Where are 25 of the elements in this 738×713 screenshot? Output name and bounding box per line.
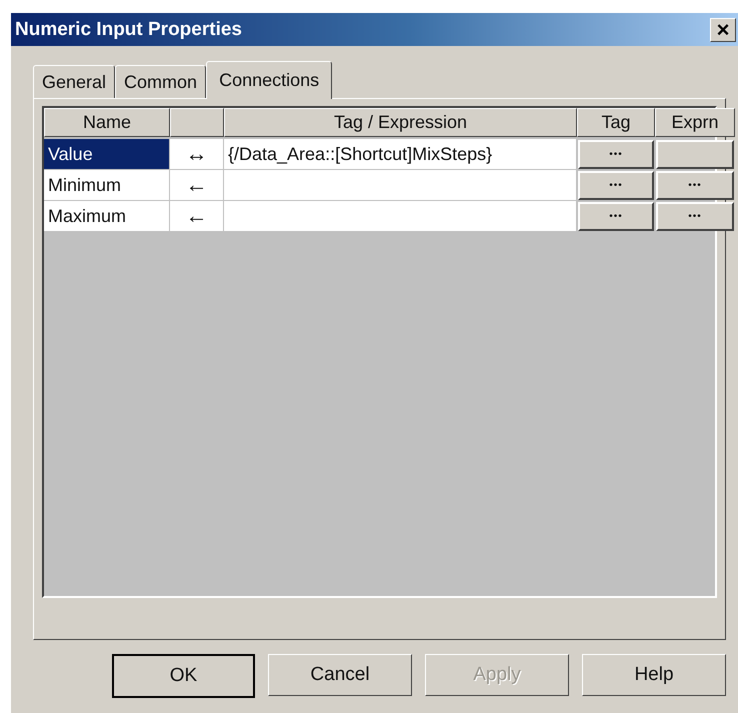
expression-cell[interactable]: {/Data_Area::[Shortcut]MixSteps}: [224, 139, 577, 170]
tag-browse-button[interactable]: •••: [578, 140, 654, 169]
column-header: [170, 108, 224, 137]
expression-cell[interactable]: [224, 170, 577, 201]
expression-browse-button[interactable]: •••: [656, 202, 734, 231]
column-header: Name: [44, 108, 170, 137]
window-title: Numeric Input Properties: [15, 18, 242, 40]
tab[interactable]: Common: [115, 65, 206, 98]
expression-browse-button[interactable]: [656, 140, 734, 169]
name-cell[interactable]: Maximum: [44, 201, 170, 232]
tab[interactable]: Connections: [206, 61, 332, 99]
close-button[interactable]: ×: [710, 18, 736, 42]
tab[interactable]: General: [33, 65, 116, 98]
expression-cell[interactable]: [224, 201, 577, 232]
tag-browse-button[interactable]: •••: [578, 202, 654, 231]
tag-browse-button[interactable]: •••: [578, 171, 654, 200]
expression-browse-button[interactable]: •••: [656, 171, 734, 200]
dialog-button[interactable]: Help: [582, 654, 726, 696]
column-header: Exprn: [655, 108, 735, 137]
dialog-button[interactable]: OK: [112, 654, 255, 698]
column-header: Tag / Expression: [224, 108, 577, 137]
name-cell[interactable]: Value: [44, 139, 170, 170]
name-cell[interactable]: Minimum: [44, 170, 170, 201]
dialog-button[interactable]: Cancel: [268, 654, 412, 696]
column-header: Tag: [577, 108, 655, 137]
